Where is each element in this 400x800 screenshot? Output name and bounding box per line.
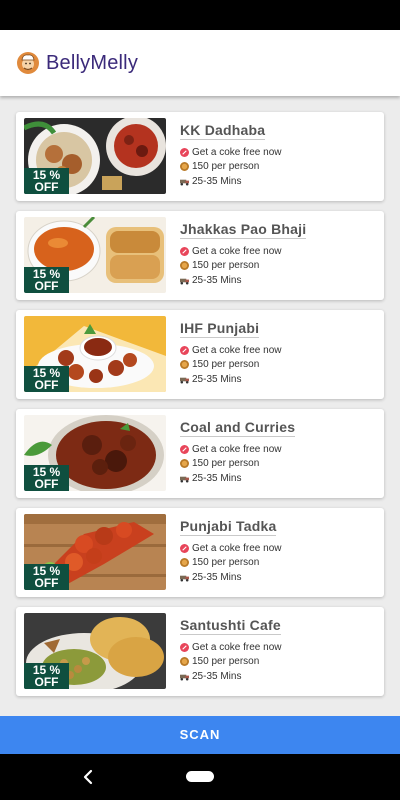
offer-row: Get a coke free now bbox=[180, 145, 282, 160]
offer-tag-icon bbox=[180, 444, 189, 454]
offer-row: Get a coke free now bbox=[180, 541, 282, 556]
restaurant-name[interactable]: Jhakkas Pao Bhaji bbox=[180, 221, 307, 239]
coin-icon bbox=[180, 558, 189, 568]
navigation-bar bbox=[0, 754, 400, 800]
coin-icon bbox=[180, 459, 189, 469]
time-row: 25-35 Mins bbox=[180, 273, 306, 288]
coin-icon bbox=[180, 261, 189, 271]
delivery-time-icon bbox=[180, 377, 189, 384]
delivery-time-icon bbox=[180, 575, 189, 582]
price-row: 150 per person bbox=[180, 358, 282, 373]
offer-tag-icon bbox=[180, 147, 189, 157]
time-row: 25-35 Mins bbox=[180, 669, 282, 684]
offer-tag-icon bbox=[180, 642, 189, 652]
home-button[interactable] bbox=[186, 771, 214, 782]
app-title: BellyMelly bbox=[46, 51, 139, 74]
offer-row: Get a coke free now bbox=[180, 244, 306, 259]
offer-tag-icon bbox=[180, 543, 189, 553]
coin-icon bbox=[180, 162, 189, 172]
time-row: 25-35 Mins bbox=[180, 174, 282, 189]
delivery-time-icon bbox=[180, 278, 189, 285]
back-icon[interactable] bbox=[78, 766, 98, 788]
restaurant-card[interactable]: 15 % OFF Santushti Cafe Get a coke free n… bbox=[16, 607, 384, 696]
restaurant-name[interactable]: IHF Punjabi bbox=[180, 320, 260, 338]
delivery-time-icon bbox=[180, 674, 189, 681]
discount-badge: 15 % OFF bbox=[24, 564, 69, 590]
restaurant-list[interactable]: 15 % OFF KK Dadhaba Get a coke free now 1… bbox=[0, 96, 400, 716]
restaurant-card[interactable]: 15 % OFF Coal and Curries Get a coke free… bbox=[16, 409, 384, 498]
discount-badge: 15 % OFF bbox=[24, 366, 69, 392]
status-bar bbox=[0, 0, 400, 30]
scan-button[interactable]: SCAN bbox=[0, 716, 400, 754]
time-row: 25-35 Mins bbox=[180, 372, 282, 387]
time-row: 25-35 Mins bbox=[180, 471, 295, 486]
offer-row: Get a coke free now bbox=[180, 343, 282, 358]
time-row: 25-35 Mins bbox=[180, 570, 282, 585]
delivery-time-icon bbox=[180, 179, 189, 186]
restaurant-name[interactable]: KK Dadhaba bbox=[180, 122, 266, 140]
coin-icon bbox=[180, 360, 189, 370]
price-row: 150 per person bbox=[180, 160, 282, 175]
restaurant-card[interactable]: 15 % OFF Punjabi Tadka Get a coke free no… bbox=[16, 508, 384, 597]
restaurant-image: 15 % OFF bbox=[24, 613, 166, 689]
restaurant-image: 15 % OFF bbox=[24, 316, 166, 392]
price-row: 150 per person bbox=[180, 655, 282, 670]
restaurant-card[interactable]: 15 % OFF IHF Punjabi Get a coke free now … bbox=[16, 310, 384, 399]
price-row: 150 per person bbox=[180, 457, 295, 472]
restaurant-image: 15 % OFF bbox=[24, 118, 166, 194]
offer-row: Get a coke free now bbox=[180, 640, 282, 655]
restaurant-card[interactable]: 15 % OFF Jhakkas Pao Bhaji Get a coke fre… bbox=[16, 211, 384, 300]
restaurant-image: 15 % OFF bbox=[24, 415, 166, 491]
discount-badge: 15 % OFF bbox=[24, 663, 69, 689]
restaurant-name[interactable]: Santushti Cafe bbox=[180, 617, 281, 635]
discount-badge: 15 % OFF bbox=[24, 267, 69, 293]
discount-badge: 15 % OFF bbox=[24, 465, 69, 491]
offer-tag-icon bbox=[180, 345, 189, 355]
restaurant-name[interactable]: Punjabi Tadka bbox=[180, 518, 277, 536]
offer-row: Get a coke free now bbox=[180, 442, 295, 457]
restaurant-name[interactable]: Coal and Curries bbox=[180, 419, 296, 437]
price-row: 150 per person bbox=[180, 259, 306, 274]
coin-icon bbox=[180, 657, 189, 667]
restaurant-card[interactable]: 15 % OFF KK Dadhaba Get a coke free now 1… bbox=[16, 112, 384, 201]
offer-tag-icon bbox=[180, 246, 189, 256]
price-row: 150 per person bbox=[180, 556, 282, 571]
delivery-time-icon bbox=[180, 476, 189, 483]
discount-badge: 15 % OFF bbox=[24, 168, 69, 194]
chef-logo-icon bbox=[17, 52, 39, 74]
restaurant-image: 15 % OFF bbox=[24, 217, 166, 293]
app-bar: BellyMelly bbox=[0, 30, 400, 96]
restaurant-image: 15 % OFF bbox=[24, 514, 166, 590]
